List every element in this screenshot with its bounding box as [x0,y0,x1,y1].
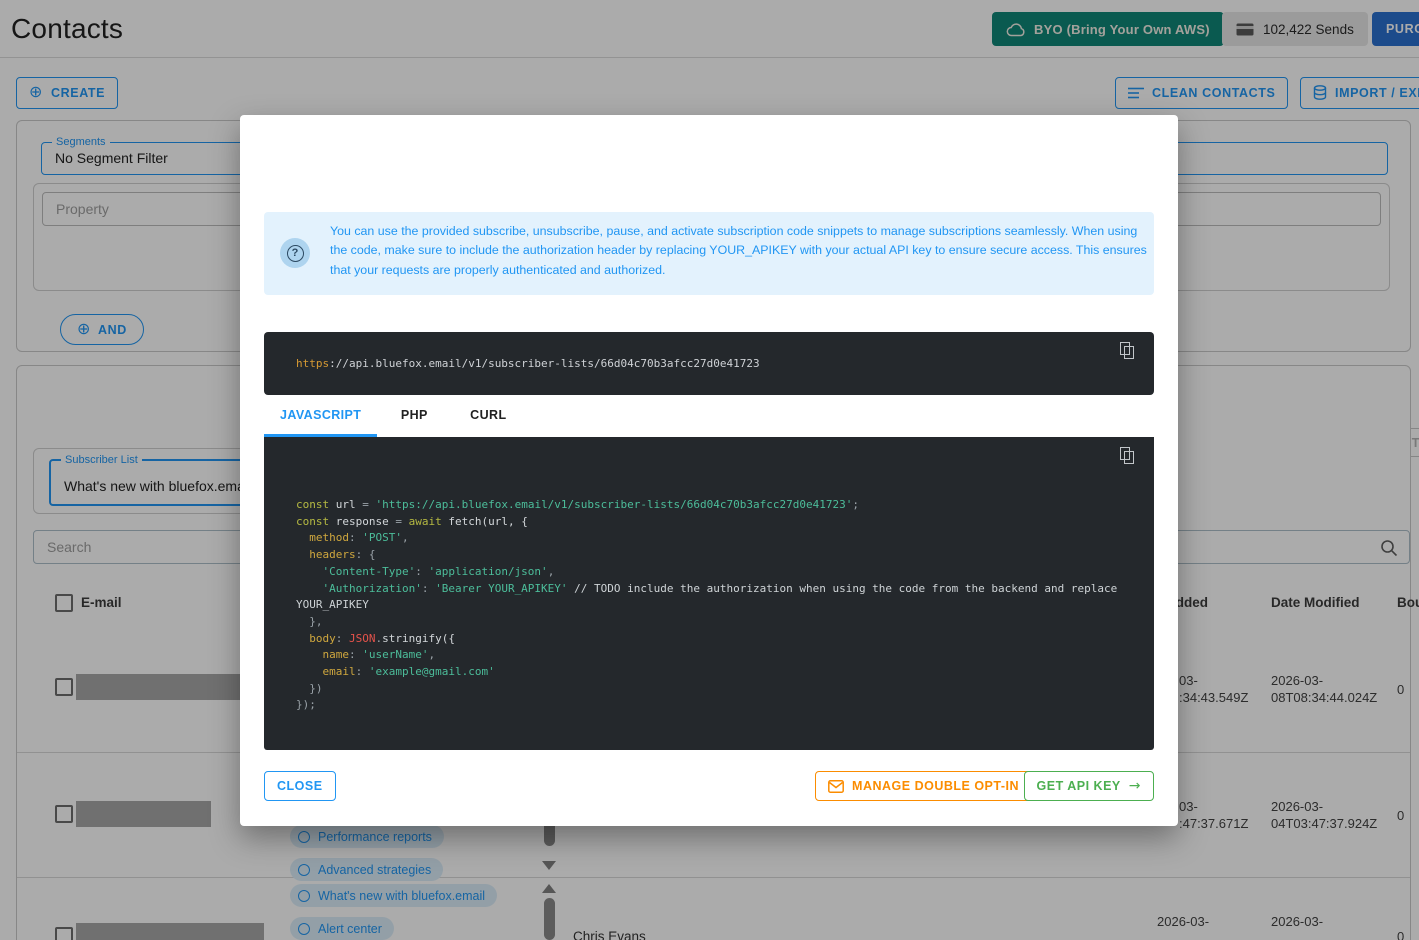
code-line: }) [296,681,1122,698]
code-tab-php[interactable]: PHP [377,395,451,437]
code-content: const url = 'https://api.bluefox.email/v… [296,497,1122,714]
info-banner-text: You can use the provided subscribe, unsu… [330,222,1148,280]
code-line: headers: { [296,547,1122,564]
get-api-key-button[interactable]: GET API KEY → [1024,771,1154,801]
code-line: }); [296,697,1122,714]
code-snippet-block: const url = 'https://api.bluefox.email/v… [264,437,1154,750]
code-line: name: 'userName', [296,647,1122,664]
code-line: 'Content-Type': 'application/json', [296,564,1122,581]
copy-url-icon[interactable] [1120,342,1138,362]
code-line: }, [296,614,1122,631]
endpoint-url-bar: https://api.bluefox.email/v1/subscriber-… [264,332,1154,395]
code-line: method: 'POST', [296,530,1122,547]
arrow-right-icon: → [1129,778,1141,794]
endpoint-url: https://api.bluefox.email/v1/subscriber-… [296,357,760,370]
close-button[interactable]: CLOSE [264,771,336,801]
code-line: const url = 'https://api.bluefox.email/v… [296,497,1122,514]
code-line: body: JSON.stringify({ [296,631,1122,648]
code-line: email: 'example@gmail.com' [296,664,1122,681]
app-screen: Contacts BYO (Bring Your Own AWS) 102,42… [0,0,1419,940]
code-line: const response = await fetch(url, { [296,514,1122,531]
copy-code-icon[interactable] [1120,447,1138,467]
code-tab-curl[interactable]: CURL [451,395,525,437]
subscription-code-modal: ‹ SUBSCRIBEUNSUBSCRIBEACTIVATE SUBSCRIPT… [240,115,1178,826]
code-language-tab-bar: JAVASCRIPTPHPCURL [264,395,1154,437]
code-line: 'Authorization': 'Bearer YOUR_APIKEY' //… [296,581,1122,614]
manage-double-opt-in-button[interactable]: MANAGE DOUBLE OPT-IN [815,771,1032,801]
help-circle-icon: ? [280,238,310,268]
envelope-icon [828,780,844,793]
code-tab-javascript[interactable]: JAVASCRIPT [264,395,377,437]
info-banner: ? You can use the provided subscribe, un… [264,212,1154,295]
